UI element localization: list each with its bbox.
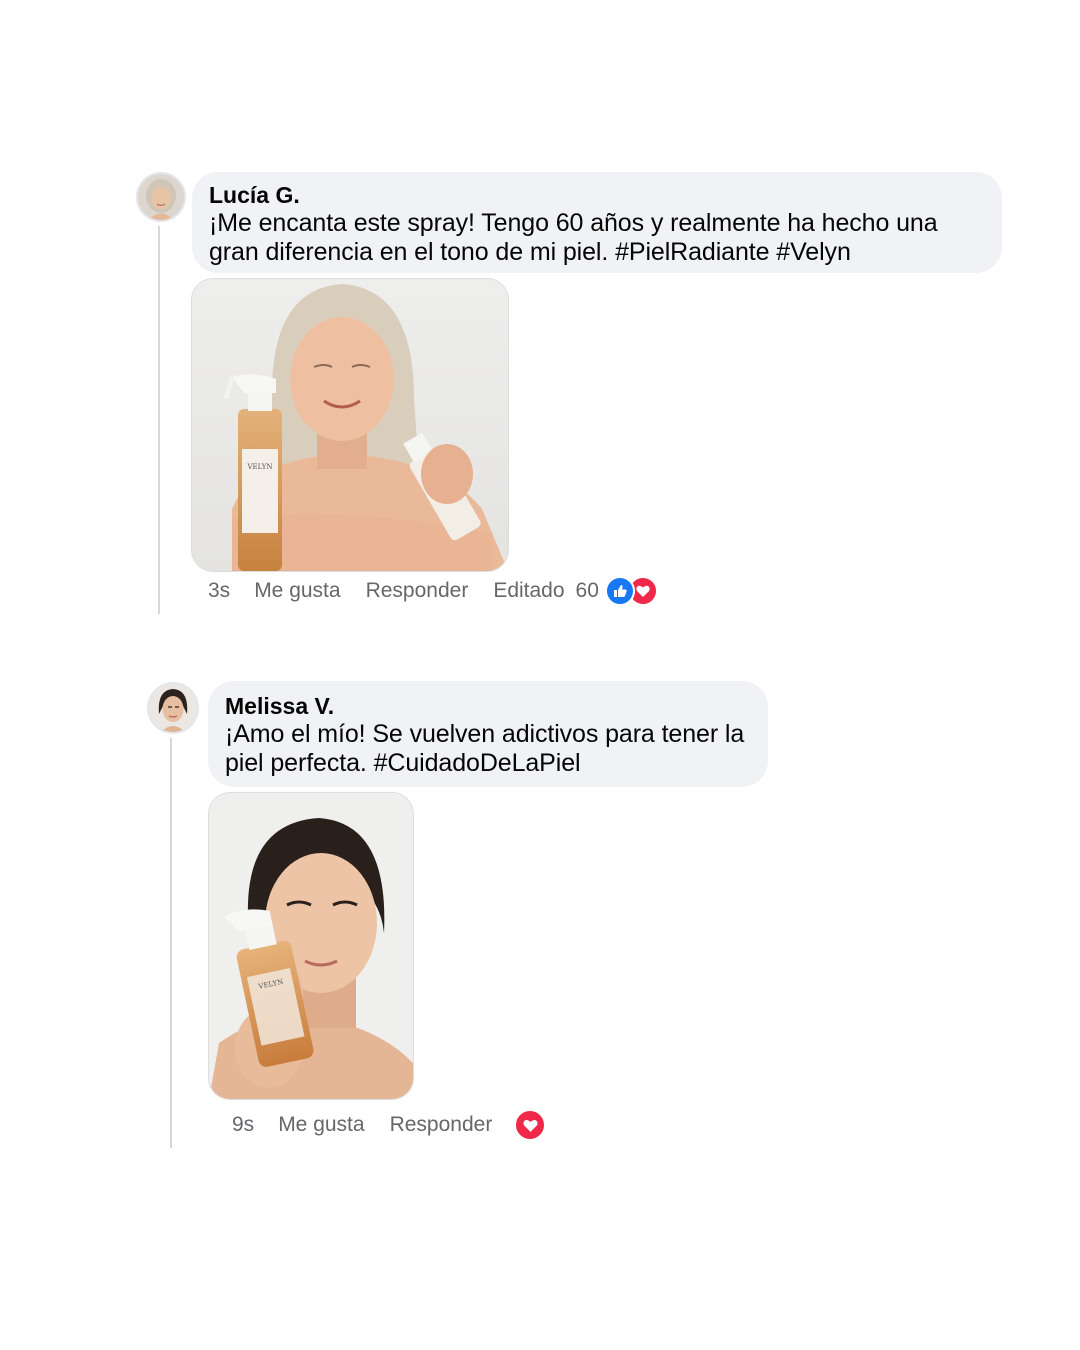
comment-author[interactable]: Lucía G. [209, 181, 985, 209]
comment-text: ¡Me encanta este spray! Tengo 60 años y … [209, 209, 938, 237]
comment-author[interactable]: Melissa V. [225, 692, 751, 720]
comment-text: ¡Amo el mío! Se vuelven adictivos para t… [225, 720, 745, 748]
comment-text: piel perfecta. #CuidadoDeLaPiel [225, 749, 581, 777]
edited-label: Editado [493, 579, 565, 602]
like-button[interactable]: Me gusta [254, 579, 340, 603]
comment-actions: 9s Me gusta Responder [232, 1109, 547, 1141]
comment-photo[interactable]: VELYN [191, 278, 509, 572]
avatar[interactable] [136, 172, 186, 222]
like-button[interactable]: Me gusta [278, 1113, 364, 1137]
thread-line [170, 738, 172, 1148]
comment-photo[interactable]: VELYN [208, 792, 414, 1100]
avatar[interactable] [147, 682, 199, 734]
comment-text: gran diferencia en el tono de mi piel. #… [209, 238, 851, 266]
comment-actions: 3s Me gusta Responder Editado 60 [208, 576, 658, 606]
reaction-count[interactable]: 60 [576, 579, 599, 603]
comment-time[interactable]: 3s [208, 579, 230, 603]
like-icon [604, 576, 635, 606]
reactions[interactable] [604, 576, 658, 606]
bottle-brand-label: VELYN [246, 463, 272, 471]
comment-bubble: Melissa V. ¡Amo el mío! Se vuelven adict… [208, 681, 768, 787]
reactions[interactable] [514, 1109, 547, 1141]
comment-bubble: Lucía G. ¡Me encanta este spray! Tengo 6… [192, 172, 1002, 273]
love-icon [514, 1109, 547, 1141]
thread-line [158, 226, 160, 614]
reply-button[interactable]: Responder [390, 1113, 493, 1137]
reply-button[interactable]: Responder [366, 579, 469, 603]
comment-time[interactable]: 9s [232, 1113, 254, 1137]
